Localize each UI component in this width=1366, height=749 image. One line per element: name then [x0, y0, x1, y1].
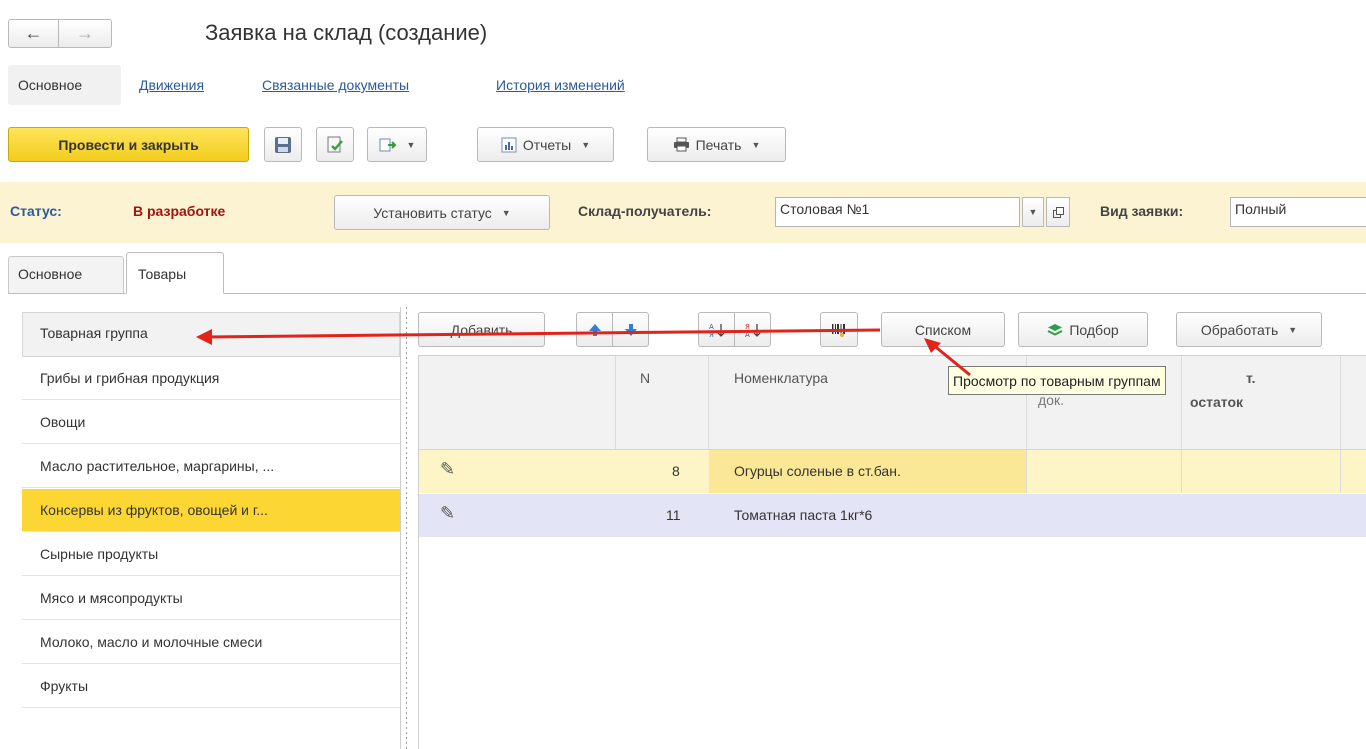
arrow-to-group-header — [196, 328, 881, 345]
arrow-to-list-button — [924, 338, 971, 377]
annotation-arrows — [196, 328, 971, 377]
